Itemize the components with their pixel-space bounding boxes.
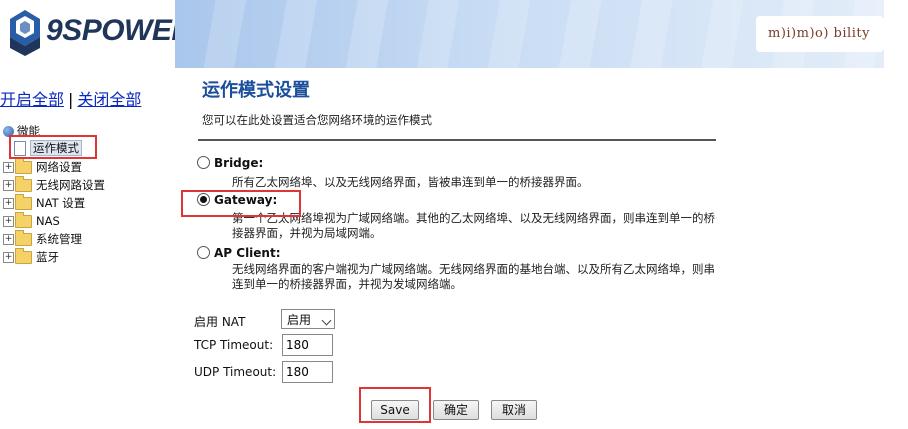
save-button[interactable]: Save	[371, 400, 419, 420]
expand-icon[interactable]: +	[3, 180, 14, 191]
tree-root-label: 微能	[17, 124, 40, 138]
tree-item-system[interactable]: + 系统管理	[3, 230, 82, 248]
tree-item-nat[interactable]: + NAT 设置	[3, 194, 85, 212]
option-gateway[interactable]: Gateway:	[197, 193, 277, 207]
udp-timeout-input[interactable]: 180	[282, 361, 333, 383]
confirm-button[interactable]: 确定	[433, 400, 479, 420]
globe-icon	[3, 126, 14, 137]
tree-item-bluetooth[interactable]: + 蓝牙	[3, 248, 59, 266]
option-label: AP Client:	[214, 246, 281, 260]
tree-item-operation-mode[interactable]: 运作模式	[14, 139, 82, 157]
option-description: 第一个乙太网络埠视为广域网络端。其他的乙太网络埠、以及无线网络界面，则串连到单一…	[232, 211, 715, 240]
expand-icon[interactable]: +	[3, 216, 14, 227]
tree-item-label: 运作模式	[30, 140, 82, 156]
tree-item-label: NAT 设置	[36, 196, 86, 210]
nat-label: 启用 NAT	[194, 315, 246, 329]
tree-item-nas[interactable]: + NAS	[3, 212, 60, 230]
option-ap-client[interactable]: AP Client:	[197, 246, 281, 260]
folder-icon	[15, 194, 32, 210]
udp-timeout-label: UDP Timeout:	[194, 365, 277, 379]
tree-root[interactable]: 微能	[3, 122, 40, 140]
cancel-button[interactable]: 取消	[491, 400, 537, 420]
separator: |	[68, 90, 74, 109]
tree-item-label: 网络设置	[36, 160, 82, 174]
folder-icon	[15, 230, 32, 246]
expand-icon[interactable]: +	[3, 252, 14, 263]
option-label: Bridge:	[214, 156, 264, 170]
nat-select[interactable]: 启用	[281, 309, 335, 329]
divider	[198, 139, 716, 141]
folder-icon	[15, 212, 32, 228]
option-label: Gateway:	[214, 193, 278, 207]
option-description: 无线网络界面的客户端视为广域网络端。无线网络界面的基地台端、以及所有乙太网络埠，…	[232, 262, 715, 291]
tree-item-network[interactable]: + 网络设置	[3, 158, 82, 176]
logo-mark-icon	[10, 10, 40, 56]
ap-client-radio[interactable]	[197, 246, 210, 259]
tree-item-label: 无线网路设置	[36, 178, 105, 192]
expand-all-link[interactable]: 开启全部	[0, 90, 64, 109]
gateway-radio[interactable]	[197, 193, 210, 206]
tree-controls: 开启全部 | 关闭全部	[0, 86, 141, 110]
logo-text: 9SPOWER	[46, 14, 193, 47]
expand-icon[interactable]: +	[3, 234, 14, 245]
option-bridge[interactable]: Bridge:	[197, 156, 263, 170]
tcp-timeout-label: TCP Timeout:	[194, 338, 274, 352]
tcp-timeout-input[interactable]: 180	[282, 334, 333, 356]
collapse-all-link[interactable]: 关闭全部	[77, 90, 141, 109]
partner-logo: m)i)m)o) bility	[756, 16, 884, 52]
tree-item-label: NAS	[36, 214, 60, 228]
tree-item-label: 系统管理	[36, 232, 82, 246]
page-description: 您可以在此处设置适合您网络环境的运作模式	[202, 113, 432, 127]
folder-icon	[15, 158, 32, 174]
folder-icon	[15, 248, 32, 264]
expand-icon[interactable]: +	[3, 162, 14, 173]
folder-icon	[15, 176, 32, 192]
bridge-radio[interactable]	[197, 156, 210, 169]
expand-icon[interactable]: +	[3, 198, 14, 209]
nat-select-value: 启用	[287, 313, 312, 327]
chevron-down-icon	[321, 315, 332, 326]
logo: 9SPOWER	[0, 0, 193, 68]
header-banner: m)i)m)o) bility	[175, 0, 884, 68]
page-icon	[14, 141, 26, 156]
tree-item-wireless[interactable]: + 无线网路设置	[3, 176, 105, 194]
page-title: 运作模式设置	[202, 80, 310, 101]
tree-item-label: 蓝牙	[36, 250, 59, 264]
option-description: 所有乙太网络埠、以及无线网络界面，皆被串连到单一的桥接器界面。	[232, 175, 589, 189]
